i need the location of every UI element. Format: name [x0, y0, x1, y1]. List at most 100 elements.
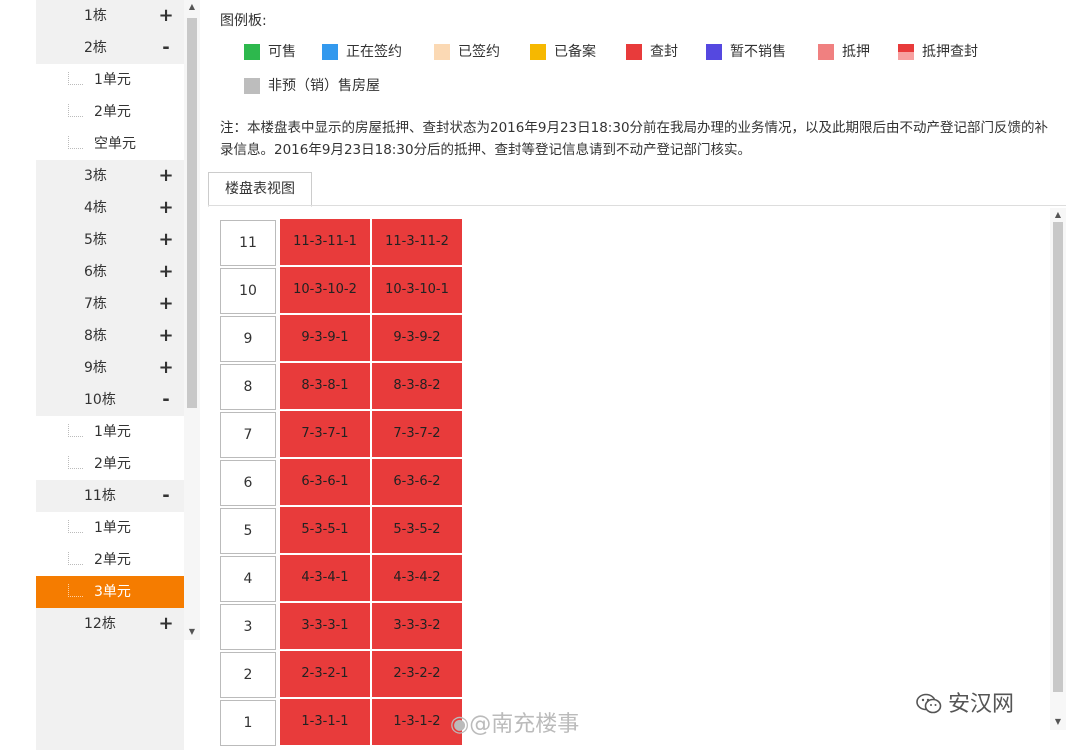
tree-item-label: 1单元: [94, 72, 131, 88]
legend-swatch: [244, 78, 260, 94]
tree-item-label: 11栋: [84, 488, 116, 504]
room-cell[interactable]: 8-3-8-1: [280, 363, 370, 409]
expand-icon[interactable]: +: [158, 320, 174, 352]
scroll-up-arrow-icon[interactable]: ▲: [184, 2, 200, 11]
collapse-icon[interactable]: -: [158, 384, 174, 416]
tree-item-unit[interactable]: 2单元: [36, 544, 184, 576]
legend-swatch: [706, 44, 722, 60]
tree-branch-line: [68, 136, 83, 149]
legend-label: 可售: [268, 44, 296, 60]
tree-item-unit[interactable]: 空单元: [36, 128, 184, 160]
tree-item-unit[interactable]: 3单元: [36, 576, 184, 608]
expand-icon[interactable]: +: [158, 608, 174, 640]
room-cell[interactable]: 4-3-4-1: [280, 555, 370, 601]
legend-swatch: [322, 44, 338, 60]
legend-label: 抵押查封: [922, 44, 978, 60]
room-cell[interactable]: 11-3-11-1: [280, 219, 370, 265]
room-cell[interactable]: 5-3-5-1: [280, 507, 370, 553]
legend-swatch: [898, 44, 914, 60]
legend-label: 正在签约: [346, 44, 402, 60]
room-cell[interactable]: 9-3-9-1: [280, 315, 370, 361]
table-scroll-thumb[interactable]: [1053, 222, 1063, 692]
scroll-down-arrow-icon[interactable]: ▼: [1050, 717, 1066, 726]
tree-item-building[interactable]: 8栋 +: [36, 320, 184, 352]
floor-number-cell: 8: [220, 364, 276, 410]
collapse-icon[interactable]: -: [158, 32, 174, 64]
tree-item-building[interactable]: 9栋 +: [36, 352, 184, 384]
sidebar-scrollbar[interactable]: ▲ ▼: [184, 0, 200, 640]
tree-item-label: 空单元: [94, 136, 136, 152]
tree-item-building[interactable]: 12栋 +: [36, 608, 184, 640]
room-cell[interactable]: 1-3-1-1: [280, 699, 370, 745]
expand-icon[interactable]: +: [158, 256, 174, 288]
tree-item-label: 2单元: [94, 456, 131, 472]
room-cell[interactable]: 2-3-2-2: [372, 651, 462, 697]
building-tree: 1栋 +2栋 -1单元 2单元 空单元 3栋 +4栋 +5栋 +6栋 +7栋 +8栋 +9栋 +10栋 -…: [36, 0, 184, 750]
room-cell[interactable]: 11-3-11-2: [372, 219, 462, 265]
wechat-icon: [916, 693, 942, 714]
room-cell[interactable]: 10-3-10-1: [372, 267, 462, 313]
tree-branch-line: [68, 456, 83, 469]
room-cell[interactable]: 6-3-6-1: [280, 459, 370, 505]
tree-branch-line: [68, 72, 83, 85]
room-cell[interactable]: 9-3-9-2: [372, 315, 462, 361]
tree-item-building[interactable]: 5栋 +: [36, 224, 184, 256]
tree-item-unit[interactable]: 1单元: [36, 512, 184, 544]
expand-icon[interactable]: +: [158, 288, 174, 320]
tree-item-unit[interactable]: 2单元: [36, 448, 184, 480]
scroll-up-arrow-icon[interactable]: ▲: [1050, 210, 1066, 219]
room-cell[interactable]: 1-3-1-2: [372, 699, 462, 745]
tree-item-unit[interactable]: 1单元: [36, 64, 184, 96]
floor-number-cell: 1: [220, 700, 276, 746]
tree-item-label: 4栋: [84, 200, 107, 216]
legend-swatch: [626, 44, 642, 60]
tree-item-label: 7栋: [84, 296, 107, 312]
expand-icon[interactable]: +: [158, 352, 174, 384]
room-cell[interactable]: 5-3-5-2: [372, 507, 462, 553]
tree-item-label: 1单元: [94, 424, 131, 440]
floor-number-cell: 2: [220, 652, 276, 698]
tab-building-table-view[interactable]: 楼盘表视图: [208, 172, 312, 207]
room-cell[interactable]: 4-3-4-2: [372, 555, 462, 601]
room-cell[interactable]: 3-3-3-2: [372, 603, 462, 649]
room-cell[interactable]: 7-3-7-2: [372, 411, 462, 457]
tree-item-label: 2栋: [84, 40, 107, 56]
room-cell[interactable]: 7-3-7-1: [280, 411, 370, 457]
floor-number-cell: 10: [220, 268, 276, 314]
tree-item-building[interactable]: 3栋 +: [36, 160, 184, 192]
room-cell[interactable]: 10-3-10-2: [280, 267, 370, 313]
room-cell[interactable]: 2-3-2-1: [280, 651, 370, 697]
tree-item-building[interactable]: 10栋 -: [36, 384, 184, 416]
room-cell[interactable]: 8-3-8-2: [372, 363, 462, 409]
collapse-icon[interactable]: -: [158, 480, 174, 512]
tree-item-label: 8栋: [84, 328, 107, 344]
tree-item-building[interactable]: 1栋 +: [36, 0, 184, 32]
expand-icon[interactable]: +: [158, 192, 174, 224]
room-cell[interactable]: 3-3-3-1: [280, 603, 370, 649]
building-table: 11 11-3-11-1 11-3-11-2 10 10-3-10-2 10-3-10-1…: [218, 218, 1048, 750]
expand-icon[interactable]: +: [158, 224, 174, 256]
weibo-icon: ◉: [450, 712, 470, 737]
legend-label: 已签约: [458, 44, 500, 60]
tree-item-building[interactable]: 2栋 -: [36, 32, 184, 64]
sidebar-scroll-thumb[interactable]: [187, 18, 197, 408]
floor-number-cell: 4: [220, 556, 276, 602]
room-cell[interactable]: 6-3-6-2: [372, 459, 462, 505]
tree-item-unit[interactable]: 1单元: [36, 416, 184, 448]
disclaimer-note: 注：本楼盘表中显示的房屋抵押、查封状态为2016年9月23日18:30分前在我局…: [220, 120, 1049, 158]
expand-icon[interactable]: +: [158, 0, 174, 32]
legend-label: 抵押: [842, 44, 870, 60]
expand-icon[interactable]: +: [158, 160, 174, 192]
tree-item-building[interactable]: 7栋 +: [36, 288, 184, 320]
tree-item-building[interactable]: 11栋 -: [36, 480, 184, 512]
legend-label: 暂不销售: [730, 44, 786, 60]
tree-item-unit[interactable]: 2单元: [36, 96, 184, 128]
table-scrollbar[interactable]: ▲ ▼: [1050, 208, 1066, 730]
tree-item-building[interactable]: 6栋 +: [36, 256, 184, 288]
tree-branch-line: [68, 584, 83, 597]
tree-item-building[interactable]: 4栋 +: [36, 192, 184, 224]
tree-item-label: 9栋: [84, 360, 107, 376]
tree-branch-line: [68, 552, 83, 565]
site-watermark: 安汉网: [916, 686, 1014, 718]
scroll-down-arrow-icon[interactable]: ▼: [184, 627, 200, 636]
